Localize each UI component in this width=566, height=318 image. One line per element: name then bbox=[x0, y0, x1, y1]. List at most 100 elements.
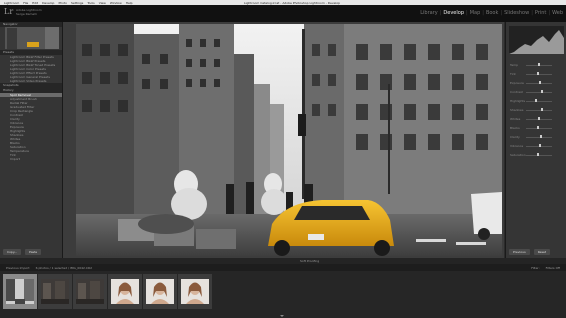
develop-slider[interactable]: Exposure bbox=[510, 81, 563, 85]
module-web[interactable]: Web bbox=[552, 10, 563, 16]
develop-canvas[interactable] bbox=[63, 22, 504, 258]
menu-settings[interactable]: Settings bbox=[71, 1, 83, 5]
module-separator: | bbox=[466, 10, 468, 16]
module-develop[interactable]: Develop bbox=[443, 10, 464, 16]
thumbnail-image bbox=[146, 279, 174, 304]
soft-proofing-label[interactable]: Soft Proofing bbox=[300, 259, 319, 263]
lightroom-logo: Lr bbox=[4, 7, 14, 16]
identity-plate: Adobe Lightroom Serge Ramelli bbox=[16, 8, 42, 16]
identity-line-2: Serge Ramelli bbox=[16, 12, 37, 16]
develop-slider[interactable]: Blacks bbox=[510, 126, 563, 130]
presets-list: Lightroom B&W Filter Presets Lightroom B&… bbox=[0, 55, 62, 83]
histogram[interactable] bbox=[509, 26, 564, 54]
history-item[interactable]: Import bbox=[0, 157, 62, 161]
slider-label: Whites bbox=[510, 117, 521, 121]
menu-window[interactable]: Window bbox=[110, 1, 122, 5]
menu-photo[interactable]: Photo bbox=[58, 1, 67, 5]
copy-button[interactable]: Copy... bbox=[3, 249, 22, 255]
slider-knob[interactable] bbox=[535, 99, 538, 102]
slider-track[interactable] bbox=[526, 155, 552, 156]
navigator-preview[interactable] bbox=[5, 27, 59, 49]
develop-slider[interactable]: Temp bbox=[510, 63, 563, 67]
develop-slider[interactable]: Saturation bbox=[510, 153, 563, 157]
develop-slider[interactable]: Vibrance bbox=[510, 144, 563, 148]
slider-label: Vibrance bbox=[510, 144, 524, 148]
slider-label: Blacks bbox=[510, 126, 520, 130]
filter-label: Filter: bbox=[531, 265, 540, 270]
thumbnail-image bbox=[6, 279, 34, 304]
slider-knob[interactable] bbox=[536, 153, 539, 156]
module-separator: | bbox=[500, 10, 503, 16]
previous-button[interactable]: Previous bbox=[509, 249, 530, 255]
main-photo[interactable] bbox=[76, 24, 502, 256]
module-separator: | bbox=[531, 10, 533, 16]
slider-track[interactable] bbox=[526, 74, 552, 75]
develop-slider[interactable]: Contrast bbox=[510, 90, 563, 94]
module-picker: Library | Develop | Map | Book | Slidesh… bbox=[420, 10, 563, 16]
filmstrip bbox=[0, 271, 566, 318]
right-panel: Temp Tint Exposure Contrast Highlights Shadow… bbox=[505, 22, 566, 258]
slider-label: Saturation bbox=[510, 153, 526, 157]
thumbnail-image bbox=[181, 279, 209, 304]
filmstrip-thumbnail[interactable] bbox=[3, 274, 37, 309]
develop-slider[interactable]: Highlights bbox=[510, 99, 563, 103]
identity-plate-bar: Lr Adobe Lightroom Serge Ramelli Library… bbox=[0, 5, 566, 22]
filmstrip-thumbnail[interactable] bbox=[143, 274, 177, 309]
reset-button[interactable]: Reset bbox=[533, 249, 551, 255]
street-photo-image bbox=[76, 24, 502, 256]
filmstrip-info-bar: Previous Import 6 photos / 1 selected / … bbox=[0, 264, 566, 271]
slider-track[interactable] bbox=[526, 137, 552, 138]
slider-track[interactable] bbox=[526, 110, 552, 111]
module-separator: | bbox=[439, 10, 442, 16]
filmstrip-thumbnail[interactable] bbox=[73, 274, 107, 309]
menu-view[interactable]: View bbox=[99, 1, 106, 5]
slider-knob[interactable] bbox=[540, 135, 543, 138]
history-list: Spot Removal Adjustment Brush Radial Filte… bbox=[0, 93, 62, 161]
filmstrip-count: 6 photos / 1 selected / IMG_0042.CR2 bbox=[35, 265, 93, 270]
module-separator: | bbox=[482, 10, 484, 16]
develop-slider[interactable]: Whites bbox=[510, 117, 563, 121]
paste-button[interactable]: Paste bbox=[25, 249, 42, 255]
filmstrip-collapse-icon[interactable] bbox=[280, 315, 284, 317]
filmstrip-source[interactable]: Previous Import bbox=[6, 266, 30, 270]
menu-help[interactable]: Help bbox=[126, 1, 133, 5]
filmstrip-thumbnail[interactable] bbox=[38, 274, 72, 309]
slider-knob[interactable] bbox=[538, 63, 540, 66]
slider-label: Temp bbox=[510, 63, 518, 67]
filmstrip-thumbnail[interactable] bbox=[178, 274, 212, 309]
filmstrip-thumbnail[interactable] bbox=[108, 274, 142, 309]
slider-knob[interactable] bbox=[537, 126, 540, 129]
window-title: Lightroom Catalog.lrcat - Adobe Photosho… bbox=[244, 0, 341, 5]
develop-slider[interactable]: Shadows bbox=[510, 108, 563, 112]
right-panel-buttons: Previous Reset bbox=[509, 249, 551, 255]
thumbnail-image bbox=[76, 279, 104, 304]
develop-slider[interactable]: Tint bbox=[510, 72, 563, 76]
thumbnail-image bbox=[111, 279, 139, 304]
module-library[interactable]: Library bbox=[420, 10, 437, 16]
histogram-graph bbox=[509, 30, 564, 54]
slider-track[interactable] bbox=[526, 92, 552, 93]
menu-develop[interactable]: Develop bbox=[42, 1, 54, 5]
menu-tools[interactable]: Tools bbox=[87, 1, 94, 5]
left-panel-buttons: Copy... Paste bbox=[3, 249, 42, 255]
slider-label: Contrast bbox=[510, 90, 523, 94]
filter-value[interactable]: Filters Off bbox=[546, 266, 560, 270]
menu-edit[interactable]: Edit bbox=[32, 1, 38, 5]
slider-label: Tint bbox=[510, 72, 516, 76]
slider-knob[interactable] bbox=[539, 81, 542, 84]
slider-track[interactable] bbox=[526, 101, 552, 102]
module-book[interactable]: Book bbox=[486, 10, 498, 16]
slider-knob[interactable] bbox=[536, 72, 539, 75]
module-map[interactable]: Map bbox=[470, 10, 481, 16]
develop-slider[interactable]: Clarity bbox=[510, 135, 563, 139]
slider-knob[interactable] bbox=[541, 108, 544, 111]
menu-file[interactable]: File bbox=[23, 1, 28, 5]
menu-lightroom[interactable]: Lightroom bbox=[4, 1, 19, 5]
slider-knob[interactable] bbox=[538, 144, 541, 147]
module-slideshow[interactable]: Slideshow bbox=[504, 10, 529, 16]
module-print[interactable]: Print bbox=[535, 10, 547, 16]
left-panel: Navigator Presets Lightroom B&W Filter P… bbox=[0, 22, 63, 258]
slider-knob[interactable] bbox=[540, 90, 543, 93]
slider-label: Clarity bbox=[510, 135, 520, 139]
slider-knob[interactable] bbox=[538, 117, 540, 120]
